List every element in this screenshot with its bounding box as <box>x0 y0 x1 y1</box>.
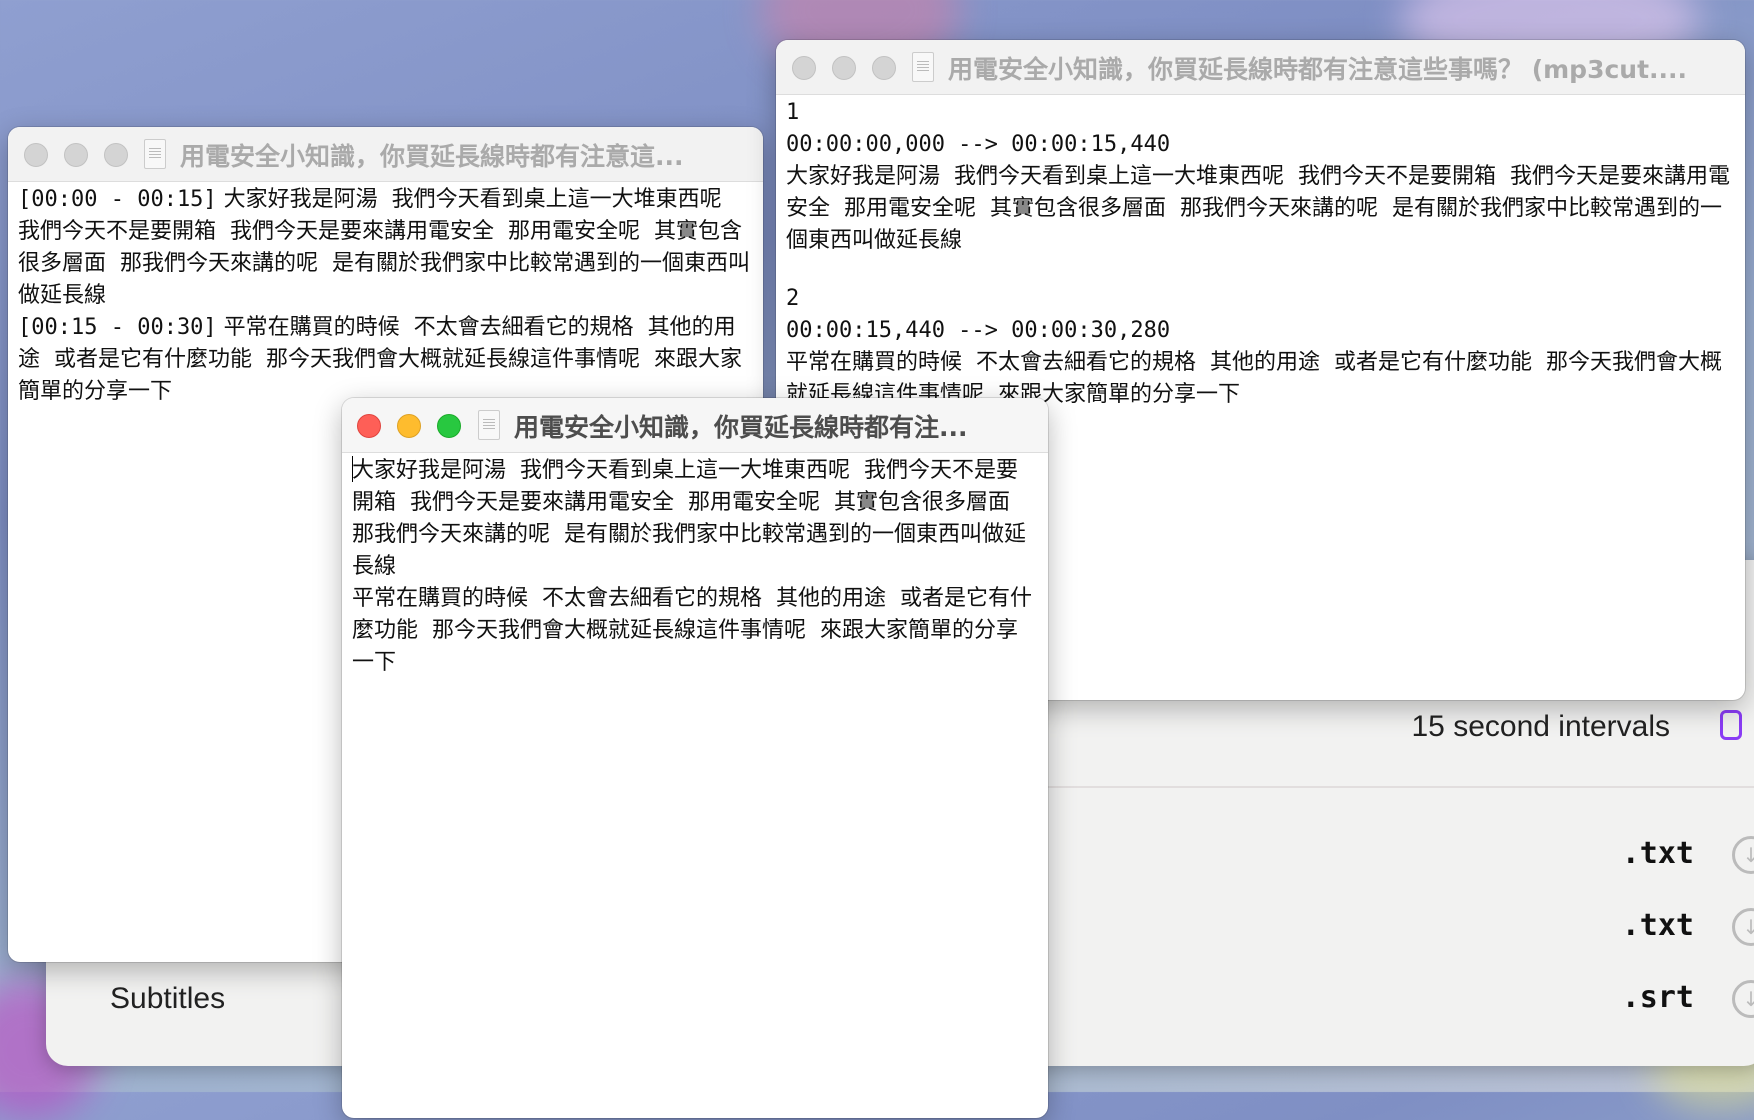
lock-icon[interactable] <box>1720 710 1742 740</box>
text-content[interactable]: [00:00 - 00:15] 大家好我是阿湯 我們今天看到桌上這一大堆東西呢 … <box>8 182 763 410</box>
document-icon <box>144 139 166 169</box>
window-title: 用電安全小知識，你買延長線時都有注... <box>514 413 968 442</box>
zoom-button[interactable] <box>872 56 896 80</box>
zoom-button[interactable] <box>104 143 128 167</box>
text-content[interactable]: 大家好我是阿湯 我們今天看到桌上這一大堆東西呢 我們今天不是要開箱 我們今天是要… <box>342 453 1048 681</box>
window-title: 用電安全小知識，你買延長線時都有注意這... <box>180 142 684 171</box>
zoom-button[interactable] <box>437 414 461 438</box>
paragraph: 平常在購買的時候 不太會去細看它的規格 其他的用途 或者是它有什麼功能 那今天我… <box>352 586 1032 675</box>
interval-label[interactable]: 15 second intervals <box>1412 710 1671 744</box>
minimize-button[interactable] <box>832 56 856 80</box>
download-icon[interactable]: ↓ <box>1732 908 1754 946</box>
title-bar[interactable]: 用電安全小知識，你買延長線時都有注... <box>342 398 1048 453</box>
minimize-button[interactable] <box>64 143 88 167</box>
text-content[interactable]: 1 00:00:00,000 --> 00:00:15,440 大家好我是阿湯 我們… <box>776 95 1745 413</box>
format-srt: .srt <box>1621 980 1694 1015</box>
format-txt-1: .txt <box>1621 836 1694 871</box>
title-bar[interactable]: 用電安全小知識，你買延長線時都有注意這... <box>8 127 763 182</box>
paragraph: 大家好我是阿湯 我們今天看到桌上這一大堆東西呢 我們今天不是要開箱 我們今天是要… <box>352 458 1026 579</box>
title-bar[interactable]: 用電安全小知識，你買延長線時都有注意這些事嗎？ (mp3cut.... <box>776 40 1745 95</box>
textedit-window-plain: 用電安全小知識，你買延長線時都有注... 大家好我是阿湯 我們今天看到桌上這一大… <box>342 398 1048 1118</box>
srt-index: 2 <box>786 286 800 311</box>
document-icon <box>478 410 500 440</box>
window-title: 用電安全小知識，你買延長線時都有注意這些事嗎？ (mp3cut.... <box>948 55 1688 84</box>
srt-text: 大家好我是阿湯 我們今天看到桌上這一大堆東西呢 我們今天不是要開箱 我們今天是要… <box>786 164 1730 253</box>
download-icon[interactable]: ↓ <box>1732 836 1754 874</box>
timestamp: [00:00 - 00:15] <box>18 187 217 212</box>
subtitles-label: Subtitles <box>110 982 226 1015</box>
document-icon <box>912 52 934 82</box>
srt-time: 00:00:15,440 --> 00:00:30,280 <box>786 318 1171 343</box>
timestamp: [00:15 - 00:30] <box>18 315 217 340</box>
close-button[interactable] <box>24 143 48 167</box>
minimize-button[interactable] <box>397 414 421 438</box>
transcript-line: [00:00 - 00:15] 大家好我是阿湯 我們今天看到桌上這一大堆東西呢 … <box>18 184 753 312</box>
srt-index: 1 <box>786 100 800 125</box>
transcript-line: [00:15 - 00:30] 平常在購買的時候 不太會去細看它的規格 其他的用… <box>18 312 753 408</box>
close-button[interactable] <box>792 56 816 80</box>
srt-time: 00:00:00,000 --> 00:00:15,440 <box>786 132 1171 157</box>
format-txt-2: .txt <box>1621 908 1694 943</box>
download-icon[interactable]: ↓ <box>1732 980 1754 1018</box>
close-button[interactable] <box>357 414 381 438</box>
